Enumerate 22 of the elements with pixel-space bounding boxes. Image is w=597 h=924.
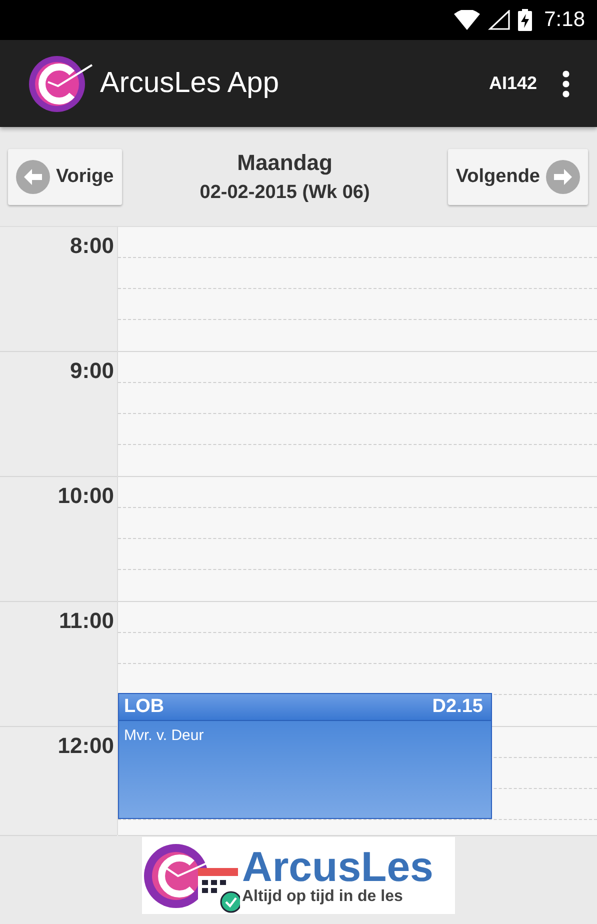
hour-label: 11:00 xyxy=(58,608,114,633)
wifi-icon xyxy=(454,10,480,30)
signal-icon xyxy=(488,10,510,30)
lesson-title: LOB xyxy=(124,696,164,718)
banner-tagline: Altijd op tijd in de les xyxy=(242,888,404,906)
app-title: ArcusLes App xyxy=(100,67,280,100)
menu-icon[interactable] xyxy=(561,70,571,98)
banner-title: ArcusLes xyxy=(242,846,434,888)
date-label: 02-02-2015 (Wk 06) xyxy=(200,182,370,204)
hour-label: 10:00 xyxy=(58,483,114,508)
status-time: 7:18 xyxy=(544,8,585,32)
user-code[interactable]: AI142 xyxy=(488,73,537,94)
hour-label: 8:00 xyxy=(70,233,114,258)
previous-button[interactable]: Vorige xyxy=(8,148,122,204)
lesson-teacher: Mvr. v. Deur xyxy=(123,726,205,746)
hour-label: 9:00 xyxy=(70,358,114,383)
next-button[interactable]: Volgende xyxy=(448,148,588,204)
battery-icon xyxy=(518,9,532,31)
lesson-room: D2.15 xyxy=(432,696,483,718)
hour-label: 12:00 xyxy=(58,733,114,758)
app-logo-icon xyxy=(28,54,94,112)
day-label: Maandag xyxy=(237,150,332,176)
